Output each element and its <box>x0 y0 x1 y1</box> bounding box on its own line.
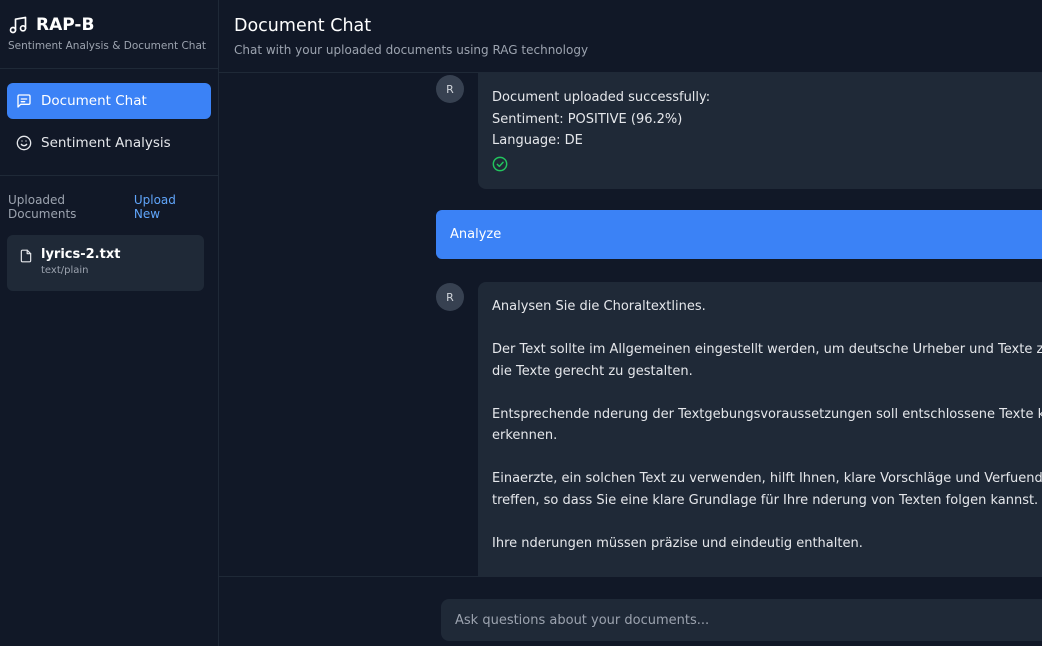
message-paragraph: Der Text sollte im Allgemeinen eingestel… <box>492 339 1042 382</box>
message-bubble: Document uploaded successfully: Sentimen… <box>478 73 1042 189</box>
message-line: Document uploaded successfully: <box>492 90 711 105</box>
document-name: lyrics-2.txt <box>41 247 121 262</box>
page-subtitle: Chat with your uploaded documents using … <box>234 43 589 57</box>
check-circle-icon <box>492 156 508 171</box>
message-bubble: Analysen Sie die Choraltextlines. Der Te… <box>478 282 1042 576</box>
assistant-message: R Document uploaded successfully: Sentim… <box>436 73 1042 189</box>
message-line: die Texte gerecht zu gestalten. <box>492 363 693 379</box>
document-type: text/plain <box>41 265 89 276</box>
chat-input-bar <box>219 576 1042 646</box>
message-paragraph: Entsprechende nderung der Textgebungsvor… <box>492 404 1042 447</box>
nav-item-document-chat[interactable]: Document Chat <box>7 83 211 119</box>
file-icon <box>20 249 32 263</box>
nav-item-sentiment-analysis[interactable]: Sentiment Analysis <box>7 125 211 161</box>
page-header: Document Chat Chat with your uploaded do… <box>219 0 1042 73</box>
message-paragraph: Einaerzte, ein solchen Text zu verwenden… <box>492 468 1042 511</box>
main-nav: Document Chat Sentiment Analysis <box>0 69 218 176</box>
message-line: treffen, so dass Sie eine klare Grundlag… <box>492 492 1039 508</box>
message-line: Language: DE <box>492 133 583 148</box>
message-line: Der Text sollte im Allgemeinen eingestel… <box>492 342 1042 357</box>
message-line: Sentiment: POSITIVE (96.2%) <box>492 111 683 127</box>
documents-title: Uploaded Documents <box>8 193 77 221</box>
assistant-message: R Analysen Sie die Choraltextlines. Der … <box>436 282 1042 576</box>
smiley-icon <box>16 135 32 151</box>
message-paragraph: Ihre nderungen müssen präzise und eindeu… <box>492 533 1028 555</box>
message-line: erkennen. <box>492 428 558 443</box>
app-root: RAP-B Sentiment Analysis & Document Chat… <box>0 0 1042 646</box>
message-line: Analysen Sie die Choraltextlines. <box>492 299 706 314</box>
documents-header: Uploaded Documents Upload New <box>0 176 218 221</box>
page-title: Document Chat <box>234 16 372 36</box>
nav-item-label: Sentiment Analysis <box>41 135 171 151</box>
avatar: R <box>436 75 464 103</box>
document-item[interactable]: lyrics-2.txt text/plain <box>7 235 204 291</box>
app-title: RAP-B <box>36 15 95 35</box>
message-line: Ihre nderungen müssen präzise und eindeu… <box>492 535 863 551</box>
message-line: Entsprechende nderung der Textgebungsvor… <box>492 406 1042 422</box>
sidebar: RAP-B Sentiment Analysis & Document Chat… <box>0 0 219 646</box>
main-panel: Document Chat Chat with your uploaded do… <box>219 0 1042 646</box>
app-subtitle: Sentiment Analysis & Document Chat <box>8 40 207 52</box>
avatar: R <box>436 283 464 311</box>
chat-bubble-icon <box>17 94 31 108</box>
nav-item-label: Document Chat <box>41 93 147 109</box>
upload-new-link[interactable]: Upload New <box>134 193 204 221</box>
brand: RAP-B Sentiment Analysis & Document Chat <box>0 0 218 69</box>
music-note-icon <box>9 16 27 34</box>
chat-input[interactable] <box>441 599 1042 641</box>
message-paragraph: Analysen Sie die Choraltextlines. <box>492 296 1028 318</box>
chat-area[interactable]: R Document uploaded successfully: Sentim… <box>219 73 1042 576</box>
user-message: Analyze <box>436 210 1042 259</box>
message-line: Einaerzte, ein solchen Text zu verwenden… <box>492 471 1042 486</box>
